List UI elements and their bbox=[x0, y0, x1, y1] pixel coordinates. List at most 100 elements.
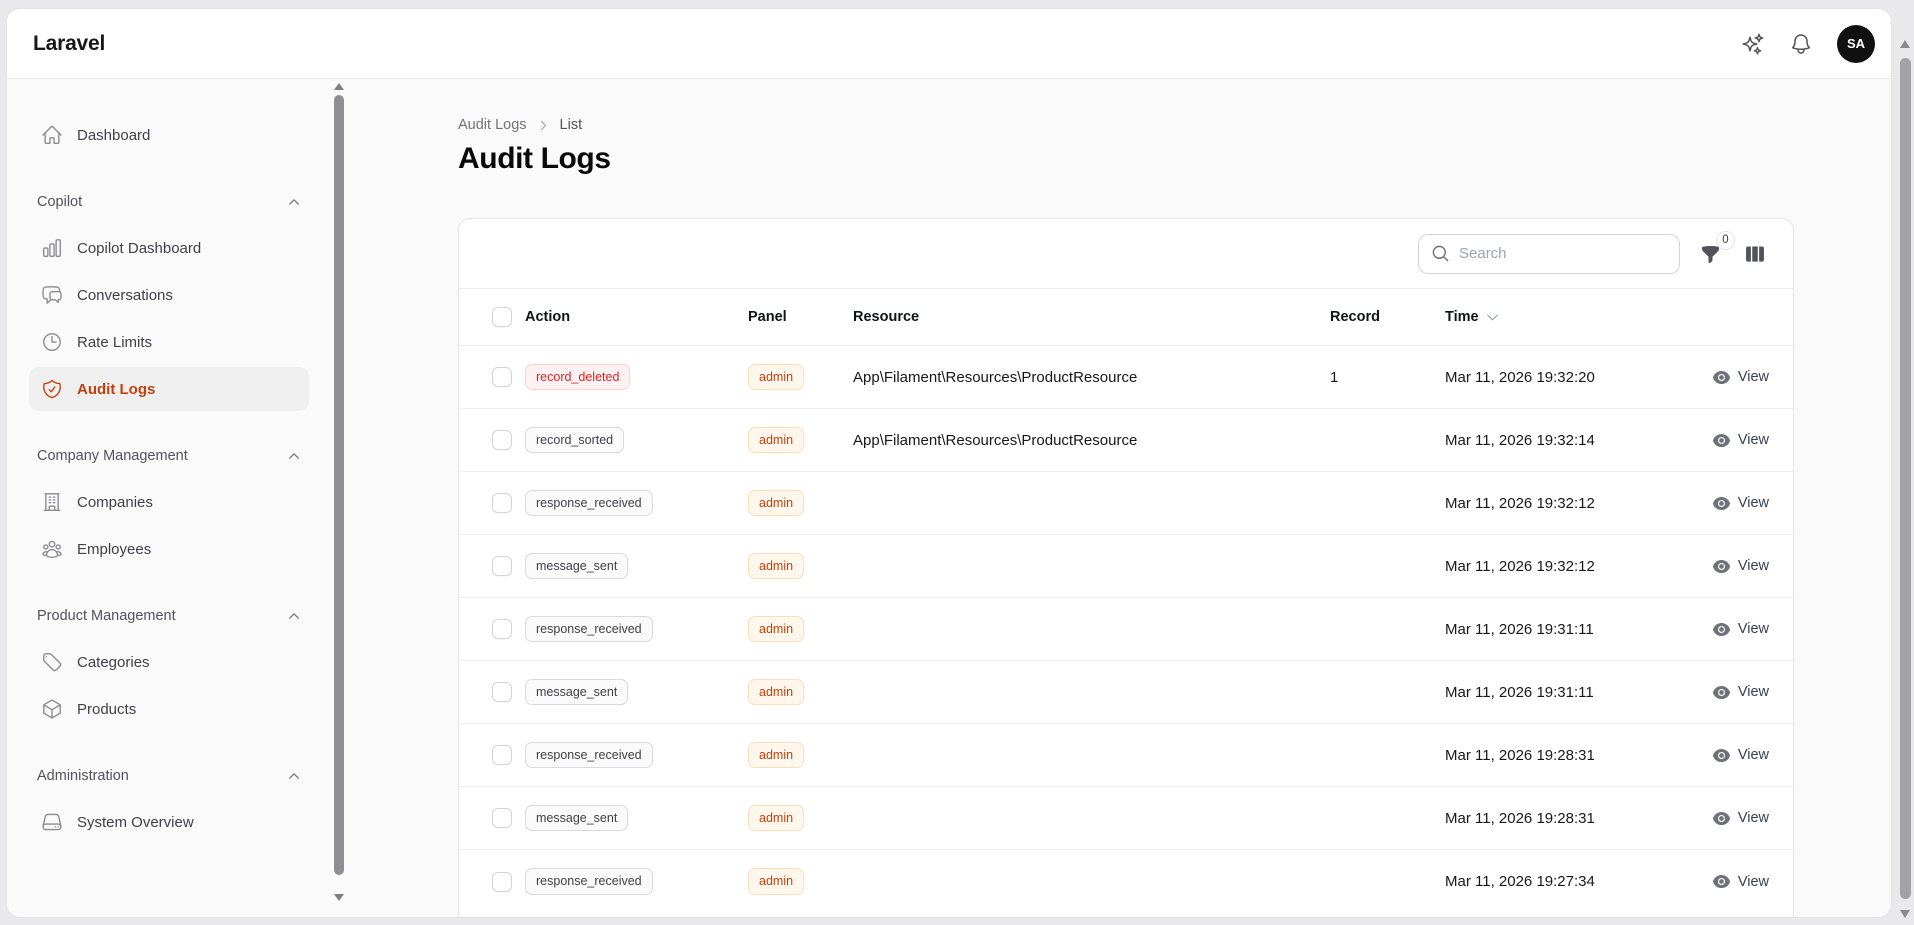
table-row: message_sent admin Mar 11, 2026 19:32:12… bbox=[459, 535, 1793, 598]
view-button[interactable]: View bbox=[1712, 746, 1769, 765]
sidebar-item-categories[interactable]: Categories bbox=[29, 640, 309, 684]
panel-badge: admin bbox=[748, 868, 804, 895]
column-header-panel[interactable]: Panel bbox=[748, 309, 853, 325]
bell-icon[interactable] bbox=[1789, 32, 1813, 56]
sidebar-item-label: Copilot Dashboard bbox=[77, 240, 201, 257]
scroll-up-arrow[interactable] bbox=[334, 83, 344, 90]
row-checkbox[interactable] bbox=[492, 367, 512, 387]
avatar[interactable]: SA bbox=[1837, 25, 1875, 63]
sidebar-item-copilot-dashboard[interactable]: Copilot Dashboard bbox=[29, 226, 309, 270]
scrollbar-thumb[interactable] bbox=[1900, 58, 1911, 899]
breadcrumb-parent[interactable]: Audit Logs bbox=[458, 117, 527, 133]
view-button[interactable]: View bbox=[1712, 557, 1769, 576]
sidebar-scrollbar[interactable] bbox=[331, 79, 345, 917]
sidebar-item-products[interactable]: Products bbox=[29, 687, 309, 731]
eye-icon bbox=[1712, 557, 1731, 576]
time-cell: Mar 11, 2026 19:31:11 bbox=[1445, 621, 1650, 638]
view-button[interactable]: View bbox=[1712, 809, 1769, 828]
action-badge: record_sorted bbox=[525, 427, 624, 454]
view-button[interactable]: View bbox=[1712, 872, 1769, 891]
table-card: 0 Action Panel Resource Record Time bbox=[458, 218, 1794, 917]
column-header-time[interactable]: Time bbox=[1445, 309, 1650, 325]
row-checkbox[interactable] bbox=[492, 493, 512, 513]
building-icon bbox=[41, 491, 63, 513]
home-icon bbox=[41, 124, 63, 146]
group-toggle-company-management[interactable]: Company Management bbox=[29, 444, 309, 468]
sidebar-item-system-overview[interactable]: System Overview bbox=[29, 800, 309, 844]
sidebar-item-companies[interactable]: Companies bbox=[29, 480, 309, 524]
scroll-down-arrow[interactable] bbox=[334, 894, 344, 901]
view-button[interactable]: View bbox=[1712, 431, 1769, 450]
view-button[interactable]: View bbox=[1712, 368, 1769, 387]
sidebar-item-rate-limits[interactable]: Rate Limits bbox=[29, 320, 309, 364]
sort-chevron-down-icon bbox=[1485, 310, 1500, 325]
group-label: Product Management bbox=[37, 608, 176, 624]
cube-icon bbox=[41, 698, 63, 720]
sidebar-group-company-management: Company Management Companies Employees bbox=[33, 444, 305, 571]
table-toolbar: 0 bbox=[459, 219, 1793, 289]
row-checkbox[interactable] bbox=[492, 872, 512, 892]
row-checkbox[interactable] bbox=[492, 745, 512, 765]
panel-badge: admin bbox=[748, 553, 804, 580]
chevron-right-icon bbox=[537, 119, 550, 132]
time-cell: Mar 11, 2026 19:32:14 bbox=[1445, 432, 1650, 449]
search-input[interactable] bbox=[1459, 245, 1667, 262]
users-icon bbox=[41, 538, 63, 560]
action-badge: response_received bbox=[525, 868, 653, 895]
row-checkbox[interactable] bbox=[492, 682, 512, 702]
group-toggle-copilot[interactable]: Copilot bbox=[29, 190, 309, 214]
eye-icon bbox=[1712, 809, 1731, 828]
action-badge: message_sent bbox=[525, 805, 628, 832]
table-row: response_received admin Mar 11, 2026 19:… bbox=[459, 850, 1793, 913]
table-row: record_sorted admin App\Filament\Resourc… bbox=[459, 409, 1793, 472]
sidebar-item-conversations[interactable]: Conversations bbox=[29, 273, 309, 317]
action-badge: response_received bbox=[525, 490, 653, 517]
scrollbar-thumb[interactable] bbox=[334, 95, 344, 875]
search-icon bbox=[1431, 244, 1450, 263]
page-scrollbar[interactable] bbox=[1898, 34, 1913, 925]
time-cell: Mar 11, 2026 19:32:12 bbox=[1445, 495, 1650, 512]
row-checkbox[interactable] bbox=[492, 556, 512, 576]
toggle-columns-button[interactable] bbox=[1744, 243, 1766, 265]
chevron-up-icon bbox=[287, 769, 301, 783]
row-checkbox[interactable] bbox=[492, 430, 512, 450]
sidebar-group-copilot: Copilot Copilot Dashboard Conversations … bbox=[33, 190, 305, 411]
columns-icon bbox=[1744, 243, 1766, 265]
row-checkbox[interactable] bbox=[492, 808, 512, 828]
eye-icon bbox=[1712, 683, 1731, 702]
panel-badge: admin bbox=[748, 490, 804, 517]
group-toggle-product-management[interactable]: Product Management bbox=[29, 604, 309, 628]
chat-bubbles-icon bbox=[41, 284, 63, 306]
column-header-action[interactable]: Action bbox=[525, 309, 748, 325]
server-stack-icon bbox=[41, 811, 63, 833]
view-button[interactable]: View bbox=[1712, 620, 1769, 639]
scroll-down-arrow[interactable] bbox=[1900, 910, 1910, 918]
sidebar-item-label: Employees bbox=[77, 541, 151, 558]
eye-icon bbox=[1712, 368, 1731, 387]
view-button[interactable]: View bbox=[1712, 683, 1769, 702]
sidebar-item-dashboard[interactable]: Dashboard bbox=[29, 113, 309, 157]
row-checkbox[interactable] bbox=[492, 619, 512, 639]
table-row: response_received admin Mar 11, 2026 19:… bbox=[459, 598, 1793, 661]
breadcrumb-current: List bbox=[560, 117, 583, 133]
column-header-record[interactable]: Record bbox=[1330, 309, 1445, 325]
sidebar-item-employees[interactable]: Employees bbox=[29, 527, 309, 571]
select-all-checkbox[interactable] bbox=[492, 307, 512, 327]
sparkles-icon[interactable] bbox=[1741, 32, 1765, 56]
column-header-resource[interactable]: Resource bbox=[853, 309, 1330, 325]
panel-badge: admin bbox=[748, 427, 804, 454]
topbar-actions: SA bbox=[1741, 25, 1875, 63]
view-button[interactable]: View bbox=[1712, 494, 1769, 513]
filter-button[interactable]: 0 bbox=[1700, 242, 1724, 266]
breadcrumb: Audit Logs List bbox=[458, 117, 1794, 133]
record-cell: 1 bbox=[1330, 369, 1445, 386]
panel-badge: admin bbox=[748, 742, 804, 769]
scroll-up-arrow[interactable] bbox=[1900, 40, 1910, 48]
time-cell: Mar 11, 2026 19:28:31 bbox=[1445, 810, 1650, 827]
group-toggle-administration[interactable]: Administration bbox=[29, 764, 309, 788]
eye-icon bbox=[1712, 746, 1731, 765]
sidebar-item-audit-logs[interactable]: Audit Logs bbox=[29, 367, 309, 411]
sidebar-item-label: Categories bbox=[77, 654, 150, 671]
brand-logo[interactable]: Laravel bbox=[33, 32, 105, 56]
table-row: message_sent admin Mar 11, 2026 19:31:11… bbox=[459, 661, 1793, 724]
